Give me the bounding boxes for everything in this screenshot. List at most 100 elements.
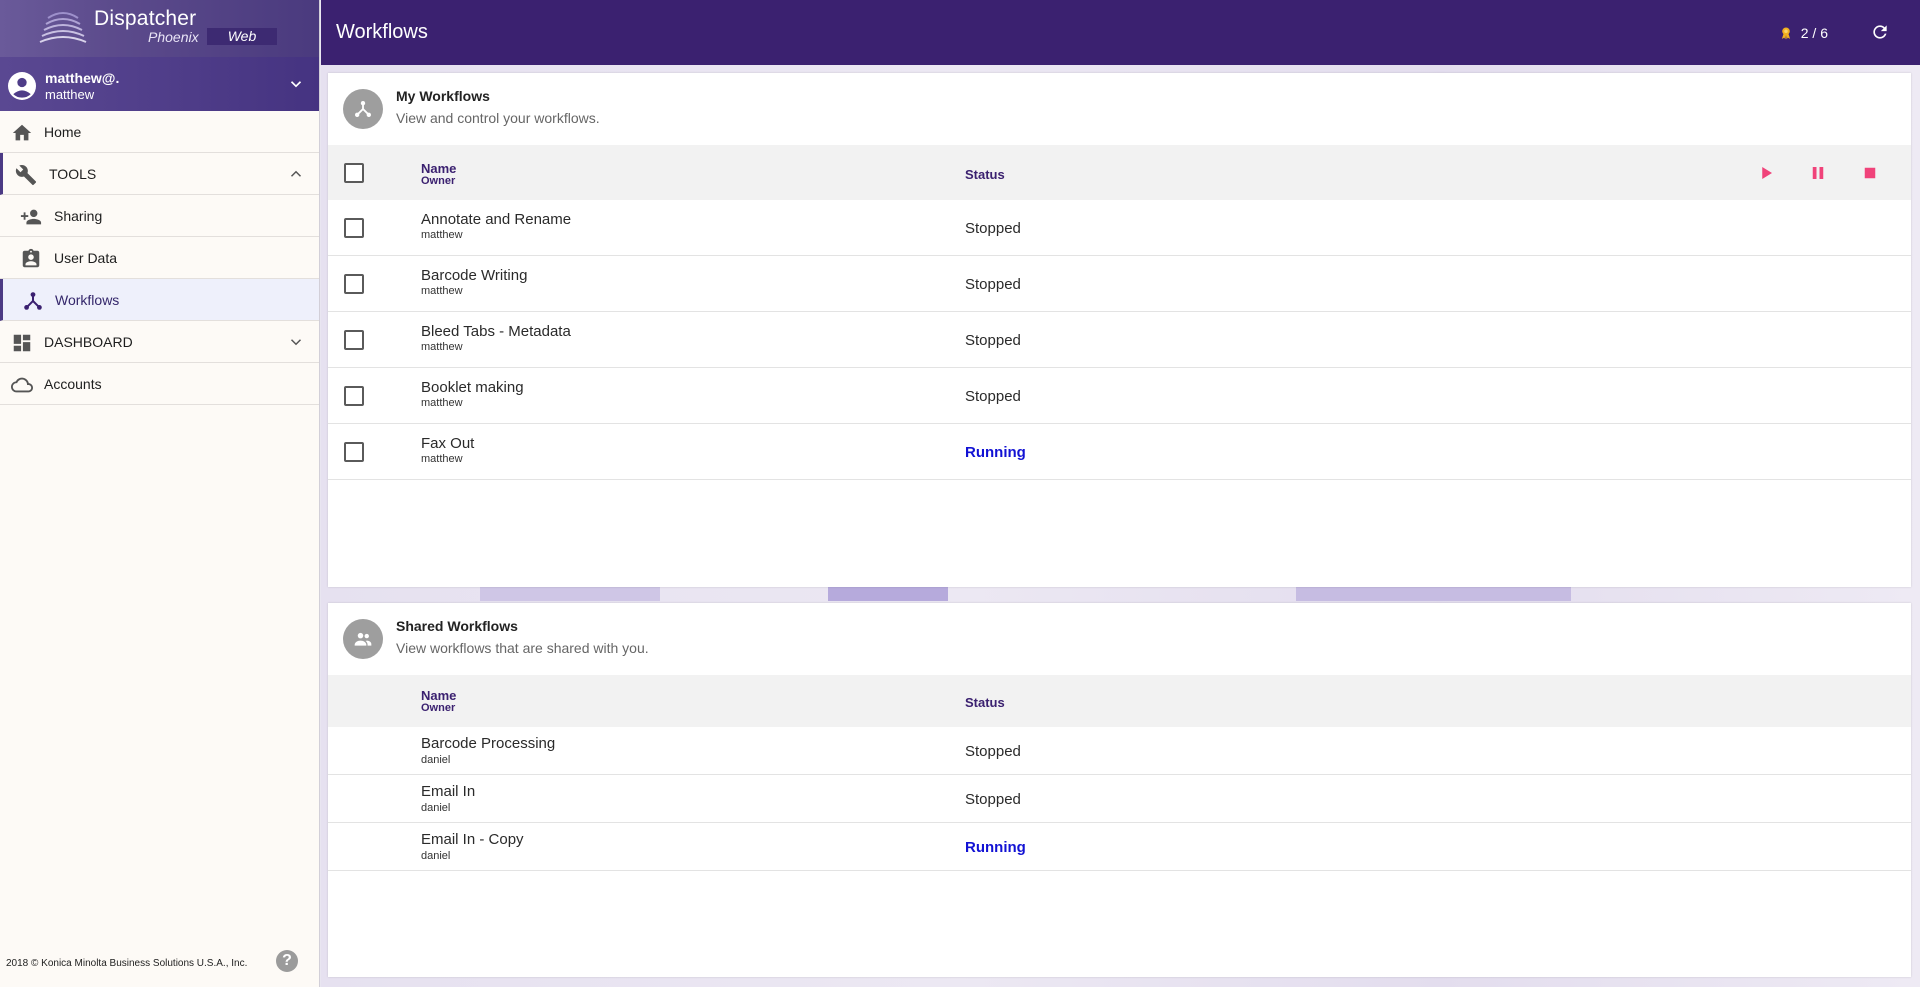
workflow-avatar <box>343 89 383 129</box>
card-header: My Workflows View and control your workf… <box>328 73 1911 145</box>
badge-icon <box>22 248 40 268</box>
sidebar-item-label: Accounts <box>44 375 102 392</box>
account-circle-icon <box>8 72 36 100</box>
group-share-icon <box>354 632 372 646</box>
wrench-icon <box>15 165 37 186</box>
workflow-owner: matthew <box>421 341 463 353</box>
workflow-name: Email In - Copy <box>421 831 524 848</box>
sidebar-footer: 2018 © Konica Minolta Business Solutions… <box>0 941 319 987</box>
license-count-text: 2 / 6 <box>1800 25 1828 41</box>
row-checkbox[interactable] <box>344 386 364 406</box>
pause-icon[interactable] <box>1809 164 1827 182</box>
column-header-owner[interactable]: Owner <box>421 702 455 714</box>
my-workflows-card: My Workflows View and control your workf… <box>328 73 1911 587</box>
column-header-status[interactable]: Status <box>965 695 1005 710</box>
column-header-owner[interactable]: Owner <box>421 175 455 187</box>
row-checkbox[interactable] <box>344 330 364 350</box>
workflow-status: Stopped <box>965 791 1021 808</box>
refresh-icon[interactable] <box>1870 22 1890 42</box>
card-subtitle: View and control your workflows. <box>396 110 600 126</box>
workflow-icon <box>355 101 371 117</box>
dashboard-icon <box>13 334 31 352</box>
sidebar-item-user-data[interactable]: User Data <box>0 237 319 279</box>
column-header-name[interactable]: Name <box>421 161 456 176</box>
logo-subtitle: Phoenix <box>148 29 199 45</box>
license-count: 2 / 6 <box>1779 25 1828 41</box>
chevron-up-icon[interactable] <box>287 165 305 183</box>
decor-band <box>480 587 660 601</box>
sidebar-item-label: Sharing <box>54 207 103 224</box>
workflow-name: Bleed Tabs - Metadata <box>421 323 571 340</box>
row-checkbox[interactable] <box>344 218 364 238</box>
sidebar-group-label: TOOLS <box>49 165 97 182</box>
row-checkbox[interactable] <box>344 274 364 294</box>
logo-title: Dispatcher <box>94 7 197 30</box>
sidebar-item-label: Home <box>44 123 82 140</box>
table-row[interactable]: Email In - Copy daniel Running <box>328 823 1911 871</box>
workflow-owner: matthew <box>421 453 463 465</box>
workflow-status: Stopped <box>965 220 1021 237</box>
shared-workflows-card: Shared Workflows View workflows that are… <box>328 603 1911 977</box>
workflow-owner: daniel <box>421 802 451 814</box>
person-add-icon <box>20 209 42 225</box>
table-row[interactable]: Fax Out matthew Running <box>328 424 1911 480</box>
table-row[interactable]: Barcode Writing matthew Stopped <box>328 256 1911 312</box>
workflow-name: Email In <box>421 783 476 800</box>
workflow-name: Fax Out <box>421 435 475 452</box>
card-title: Shared Workflows <box>396 618 518 634</box>
column-header-name[interactable]: Name <box>421 688 456 703</box>
workflow-status: Stopped <box>965 388 1021 405</box>
chevron-down-icon[interactable] <box>287 75 305 93</box>
cloud-icon <box>11 377 33 393</box>
column-header-status[interactable]: Status <box>965 167 1005 182</box>
help-icon[interactable]: ? <box>276 950 298 972</box>
workflow-status: Stopped <box>965 332 1021 349</box>
logo-badge: Web <box>207 28 277 45</box>
home-icon <box>12 124 32 141</box>
row-checkbox[interactable] <box>344 442 364 462</box>
table-row[interactable]: Booklet making matthew Stopped <box>328 368 1911 424</box>
workflow-name: Annotate and Rename <box>421 211 572 228</box>
decor-band <box>828 587 948 601</box>
logo-swoosh-icon <box>39 12 87 43</box>
copyright-text: 2018 © Konica Minolta Business Solutions… <box>6 958 248 969</box>
play-icon[interactable] <box>1757 164 1775 182</box>
table-row[interactable]: Barcode Processing daniel Stopped <box>328 727 1911 775</box>
card-header: Shared Workflows View workflows that are… <box>328 603 1911 675</box>
workflow-owner: matthew <box>421 285 463 297</box>
workflow-name: Barcode Processing <box>421 735 556 752</box>
sidebar-item-workflows[interactable]: Workflows <box>0 279 319 321</box>
table-header: Name Owner Status <box>328 145 1911 200</box>
sidebar-item-label: User Data <box>54 249 118 266</box>
chevron-down-icon[interactable] <box>287 333 305 351</box>
sidebar-item-home[interactable]: Home <box>0 111 319 153</box>
logo-bar: Dispatcher Phoenix Web <box>0 0 319 57</box>
table-row[interactable]: Email In daniel Stopped <box>328 775 1911 823</box>
select-all-checkbox[interactable] <box>344 163 364 183</box>
top-bar: Workflows 2 / 6 <box>321 0 1920 65</box>
workflow-name: Booklet making <box>421 379 524 396</box>
workflow-status: Running <box>965 839 1026 856</box>
sidebar-item-label: Workflows <box>55 291 120 308</box>
card-subtitle: View workflows that are shared with you. <box>396 640 649 656</box>
sidebar-group-dashboard[interactable]: DASHBOARD <box>0 321 319 363</box>
user-menu[interactable]: matthew@. matthew <box>0 57 319 111</box>
workflow-status: Stopped <box>965 276 1021 293</box>
sidebar-group-label: DASHBOARD <box>44 333 133 350</box>
page-title: Workflows <box>336 21 428 43</box>
sidebar-item-accounts[interactable]: Accounts <box>0 363 319 405</box>
sidebar-group-tools[interactable]: TOOLS <box>0 153 319 195</box>
user-subname: matthew <box>45 87 95 102</box>
workflow-icon <box>24 292 42 310</box>
workflow-owner: daniel <box>421 850 451 862</box>
shared-avatar <box>343 619 383 659</box>
sidebar-item-sharing[interactable]: Sharing <box>0 195 319 237</box>
table-header: Name Owner Status <box>328 675 1911 727</box>
table-row[interactable]: Annotate and Rename matthew Stopped <box>328 200 1911 256</box>
card-title: My Workflows <box>396 88 490 104</box>
workflow-status: Stopped <box>965 743 1021 760</box>
award-icon <box>1781 27 1790 40</box>
stop-icon[interactable] <box>1861 164 1879 182</box>
decor-band <box>1296 587 1571 601</box>
table-row[interactable]: Bleed Tabs - Metadata matthew Stopped <box>328 312 1911 368</box>
